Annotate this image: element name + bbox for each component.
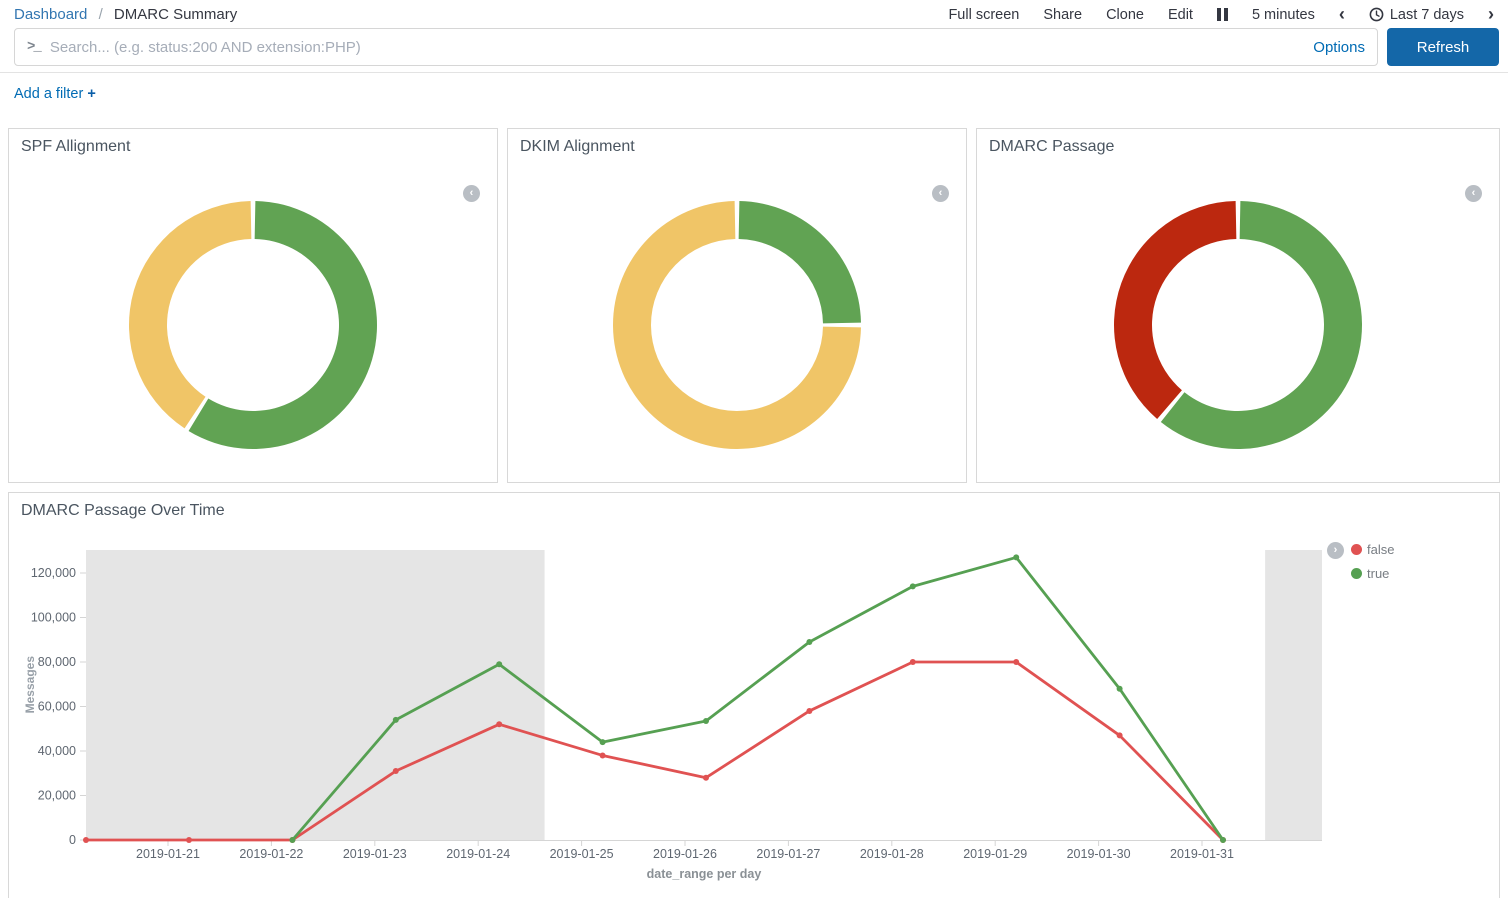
legend-item-true[interactable]: true [1351, 566, 1394, 581]
svg-text:2019-01-25: 2019-01-25 [550, 847, 614, 861]
legend-collapse-icon[interactable]: ‹ [1465, 185, 1482, 202]
time-picker-button[interactable]: Last 7 days [1369, 7, 1464, 23]
clock-icon [1369, 7, 1384, 22]
dmarc-donut-chart[interactable] [1108, 195, 1368, 455]
chart-legend: › false true [1327, 542, 1394, 581]
legend-label: true [1367, 566, 1389, 581]
legend-item-false[interactable]: false [1351, 542, 1394, 557]
dashboard-menu: Full screen Share Clone Edit 5 minutes ‹… [948, 7, 1494, 23]
full-screen-button[interactable]: Full screen [948, 7, 1019, 23]
edit-button[interactable]: Edit [1168, 7, 1193, 23]
pause-icon[interactable] [1217, 8, 1228, 21]
query-prompt-icon: >_ [27, 39, 40, 55]
page-title: DMARC Summary [114, 6, 237, 23]
svg-text:2019-01-28: 2019-01-28 [860, 847, 924, 861]
donut-slice-yellow-segment[interactable] [129, 201, 251, 428]
breadcrumb-dashboard-link[interactable]: Dashboard [14, 6, 87, 23]
legend-collapse-icon[interactable]: › [1327, 542, 1344, 559]
svg-text:2019-01-29: 2019-01-29 [963, 847, 1027, 861]
time-range-label: Last 7 days [1390, 7, 1464, 23]
svg-text:2019-01-21: 2019-01-21 [136, 847, 200, 861]
search-input[interactable] [50, 39, 1303, 56]
svg-text:2019-01-30: 2019-01-30 [1067, 847, 1131, 861]
svg-text:0: 0 [69, 833, 76, 847]
dkim-donut-chart[interactable] [607, 195, 867, 455]
breadcrumb-separator: / [99, 6, 103, 23]
search-box: >_ Options [14, 28, 1378, 66]
svg-text:40,000: 40,000 [38, 744, 76, 758]
donut-slice-red-segment[interactable] [1114, 201, 1236, 419]
filter-bar: Add a filter+ [0, 73, 1508, 116]
false-series-dot [1351, 544, 1362, 555]
x-axis-title: date_range per day [86, 867, 1322, 881]
clone-button[interactable]: Clone [1106, 7, 1144, 23]
svg-text:20,000: 20,000 [38, 789, 76, 803]
refresh-button[interactable]: Refresh [1387, 28, 1499, 66]
svg-text:2019-01-24: 2019-01-24 [446, 847, 510, 861]
add-filter-link[interactable]: Add a filter+ [14, 86, 96, 102]
spf-donut-chart[interactable] [123, 195, 383, 455]
legend-collapse-icon[interactable]: ‹ [463, 185, 480, 202]
time-back-icon[interactable]: ‹ [1339, 8, 1345, 21]
share-button[interactable]: Share [1043, 7, 1082, 23]
svg-text:60,000: 60,000 [38, 700, 76, 714]
donut-slice-green-segment[interactable] [739, 201, 861, 323]
svg-text:2019-01-27: 2019-01-27 [756, 847, 820, 861]
svg-text:2019-01-23: 2019-01-23 [343, 847, 407, 861]
panel-dmarc-passage-over-time: DMARC Passage Over Time 2019-01-212019-0… [8, 492, 1500, 898]
svg-text:2019-01-31: 2019-01-31 [1170, 847, 1234, 861]
panel-dkim-alignment: DKIM Alignment ‹ [507, 128, 967, 483]
true-series-dot [1351, 568, 1362, 579]
plus-icon: + [87, 86, 95, 102]
panel-title: DKIM Alignment [508, 129, 966, 165]
panel-dmarc-passage: DMARC Passage ‹ [976, 128, 1500, 483]
svg-text:2019-01-22: 2019-01-22 [239, 847, 303, 861]
query-bar: >_ Options Refresh [0, 26, 1508, 73]
svg-text:80,000: 80,000 [38, 655, 76, 669]
svg-text:100,000: 100,000 [31, 611, 76, 625]
dmarc-over-time-line-chart[interactable]: 2019-01-21 2019-01-22 2019-01-23 2019-01-24… [9, 493, 1499, 898]
time-forward-icon[interactable]: › [1488, 8, 1494, 21]
top-navbar: Dashboard / DMARC Summary Full screen Sh… [0, 0, 1508, 26]
panel-title: DMARC Passage [977, 129, 1499, 165]
legend-label: false [1367, 542, 1394, 557]
add-filter-label: Add a filter [14, 86, 83, 102]
refresh-interval-button[interactable]: 5 minutes [1252, 7, 1315, 23]
legend-collapse-icon[interactable]: ‹ [932, 185, 949, 202]
panel-title: SPF Allignment [9, 129, 497, 165]
panel-spf-allignment: SPF Allignment ‹ [8, 128, 498, 483]
dashboard-grid: SPF Allignment ‹ DKIM Alignment ‹ DMARC … [0, 116, 1508, 898]
svg-text:120,000: 120,000 [31, 566, 76, 580]
y-axis-title: Messages [23, 656, 37, 713]
svg-text:2019-01-26: 2019-01-26 [653, 847, 717, 861]
breadcrumb: Dashboard / DMARC Summary [14, 6, 237, 23]
options-link[interactable]: Options [1313, 39, 1365, 56]
